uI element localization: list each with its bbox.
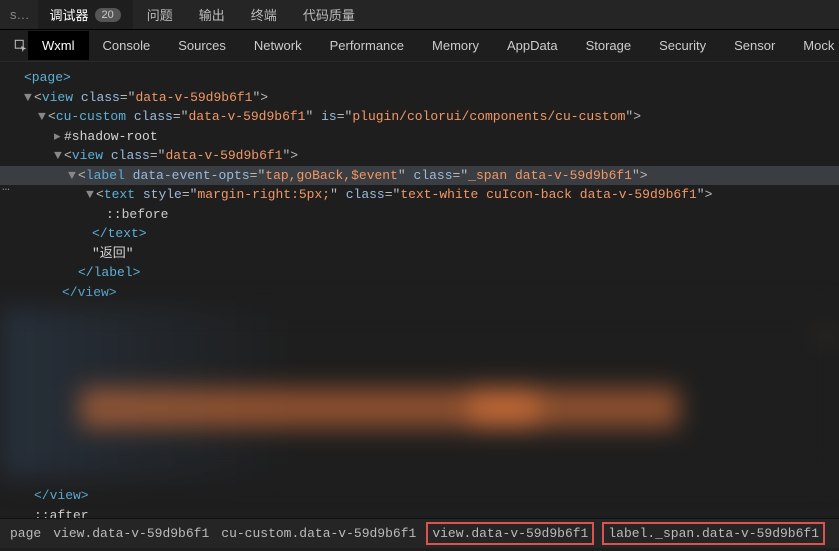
dom-node-text-content[interactable]: "返回" bbox=[10, 244, 829, 264]
tab-debugger-badge: 20 bbox=[95, 8, 121, 22]
dom-node-text-close[interactable]: </text> bbox=[10, 224, 829, 244]
blurred-fragment: "s bbox=[817, 328, 833, 348]
dom-node-view-1[interactable]: ▼<view class="data-v-59d9b6f1"> bbox=[10, 88, 829, 108]
tab-output[interactable]: 输出 bbox=[187, 0, 237, 29]
subtab-wxml[interactable]: Wxml bbox=[28, 31, 89, 60]
gutter-ellipsis: … bbox=[2, 177, 10, 197]
dom-node-label-selected[interactable]: ▼<label data-event-opts="tap,goBack,$eve… bbox=[0, 166, 839, 186]
subtab-network[interactable]: Network bbox=[240, 31, 316, 60]
dom-node-pseudo-before[interactable]: ::before bbox=[10, 205, 829, 225]
dom-node-view-close-outer[interactable]: </view> bbox=[10, 486, 829, 506]
subtab-performance[interactable]: Performance bbox=[316, 31, 418, 60]
dom-node-label-close[interactable]: </label> bbox=[10, 263, 829, 283]
panel-tab-bar: s… 调试器 20 问题 输出 终端 代码质量 bbox=[0, 0, 839, 30]
subtab-mock[interactable]: Mock bbox=[789, 31, 839, 60]
tab-terminal[interactable]: 终端 bbox=[239, 0, 289, 29]
dom-node-pseudo-after[interactable]: ::after bbox=[10, 506, 829, 519]
dom-node-view-close-inner[interactable]: </view> bbox=[10, 283, 829, 303]
crumb-label-highlighted[interactable]: label._span.data-v-59d9b6f1 bbox=[602, 522, 825, 545]
dom-node-cu-custom[interactable]: ▼<cu-custom class="data-v-59d9b6f1" is="… bbox=[10, 107, 829, 127]
dom-node-view-2[interactable]: ▼<view class="data-v-59d9b6f1"> bbox=[10, 146, 829, 166]
subtab-security[interactable]: Security bbox=[645, 31, 720, 60]
subtab-appdata[interactable]: AppData bbox=[493, 31, 572, 60]
subtab-sources[interactable]: Sources bbox=[164, 31, 240, 60]
tab-debugger-label: 调试器 bbox=[50, 5, 89, 24]
tab-issues[interactable]: 问题 bbox=[135, 0, 185, 29]
dom-breadcrumb: page view.data-v-59d9b6f1 cu-custom.data… bbox=[0, 518, 839, 548]
dom-tree-panel[interactable]: <page> ▼<view class="data-v-59d9b6f1"> ▼… bbox=[0, 62, 839, 518]
tab-code-quality[interactable]: 代码质量 bbox=[291, 0, 367, 29]
inspect-element-icon[interactable] bbox=[14, 33, 28, 59]
dom-node-text[interactable]: ▼<text style="margin-right:5px;" class="… bbox=[10, 185, 829, 205]
crumb-page[interactable]: page bbox=[10, 526, 41, 541]
crumb-cu-custom[interactable]: cu-custom.data-v-59d9b6f1 bbox=[221, 526, 416, 541]
dom-node-page[interactable]: <page> bbox=[10, 68, 829, 88]
subtab-memory[interactable]: Memory bbox=[418, 31, 493, 60]
crumb-view-1[interactable]: view.data-v-59d9b6f1 bbox=[53, 526, 209, 541]
subtab-sensor[interactable]: Sensor bbox=[720, 31, 789, 60]
tab-debugger[interactable]: 调试器 20 bbox=[38, 0, 133, 29]
crumb-view-2-highlighted[interactable]: view.data-v-59d9b6f1 bbox=[426, 522, 594, 545]
devtools-tab-bar: Wxml Console Sources Network Performance… bbox=[0, 30, 839, 62]
overflow-tab-label[interactable]: s… bbox=[10, 7, 30, 22]
subtab-console[interactable]: Console bbox=[89, 31, 165, 60]
dom-node-shadow-root[interactable]: ▸#shadow-root bbox=[10, 127, 829, 147]
subtab-storage[interactable]: Storage bbox=[572, 31, 646, 60]
blurred-content-region: "s bbox=[0, 308, 839, 478]
